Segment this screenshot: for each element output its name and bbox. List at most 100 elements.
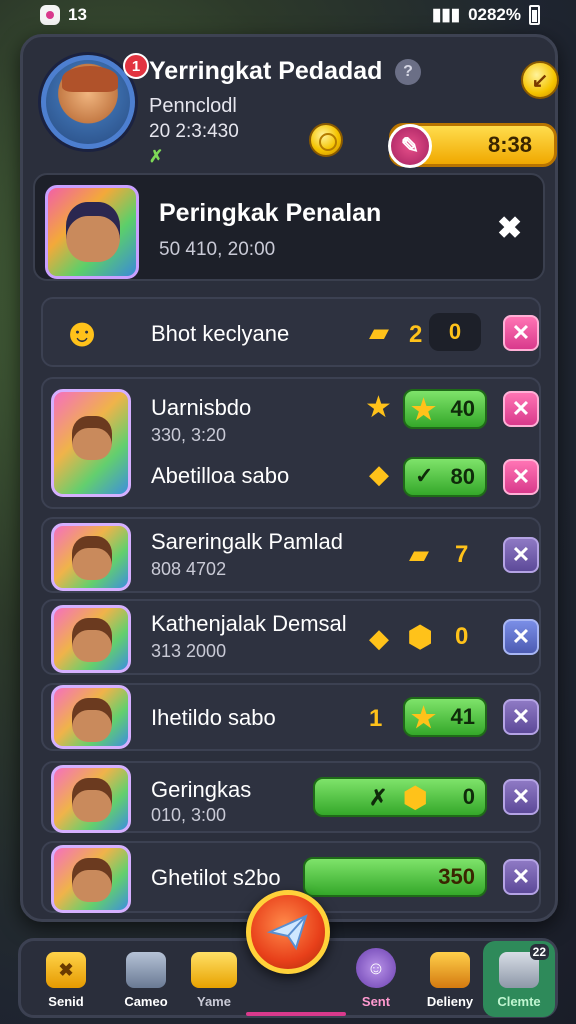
box-icon: [430, 952, 470, 988]
nav-label: Delieny: [426, 994, 474, 1009]
row-value-pill: ★ 40: [403, 389, 487, 429]
list-item[interactable]: Sareringalk Pamlad 808 4702 ▰ 7 ✕: [41, 517, 541, 593]
row-value: 40: [450, 396, 475, 421]
remove-button[interactable]: ✕: [503, 459, 539, 495]
nav-badge: 22: [529, 944, 549, 960]
row-name: Geringkas: [151, 777, 252, 802]
row-value: 350: [438, 864, 475, 889]
panel-header: 1 Yerringkat Pedadad ? Pennclodl 20 2:3:…: [37, 47, 559, 168]
nav-label: Senid: [48, 994, 84, 1009]
currency-pill[interactable]: ✎ 8:38: [388, 123, 557, 168]
list-item[interactable]: Ihetildo sabo 1 ★ 41 ✕: [41, 683, 541, 751]
remove-button[interactable]: ✕: [503, 315, 539, 351]
shield-icon: ✖: [46, 952, 86, 988]
status-left-text: 13: [68, 5, 87, 24]
signal-icon: ▮▮▮: [431, 5, 461, 24]
row-time: 330, 3:20: [151, 425, 227, 445]
row-number: 2: [409, 321, 423, 348]
row-name: Sareringalk Pamlad: [151, 529, 343, 554]
battery-icon: [529, 5, 540, 25]
notification-badge: 1: [123, 53, 149, 79]
gem-icon: ◆: [369, 459, 389, 489]
nav-item-senid[interactable]: ✖ Senid: [21, 941, 111, 1017]
row-value-pill: ✗ ⬢ 0: [313, 777, 487, 817]
row-value: 80: [450, 464, 475, 489]
page-title: Yerringkat Pedadad: [149, 57, 383, 85]
row-name: Bhot keclyane: [151, 321, 290, 346]
row-number: 1: [369, 705, 383, 732]
row-name: Ihetildo sabo: [151, 705, 276, 730]
send-fab-button[interactable]: [246, 890, 330, 974]
home-indicator: [246, 1012, 346, 1016]
featured-time: 50 410, 20:00: [159, 239, 276, 260]
chest-icon: ▰: [369, 317, 389, 347]
chest-icon: ▰: [409, 539, 429, 569]
row-value: 41: [450, 704, 475, 729]
row-name: Uarnisbdo: [151, 395, 252, 420]
leaderboard-panel: 1 Yerringkat Pedadad ? Pennclodl 20 2:3:…: [20, 34, 559, 922]
chat-icon: ☺: [356, 948, 396, 988]
featured-card[interactable]: Peringkak Penalan 50 410, 20:00 ✖: [33, 173, 545, 281]
row-value-pill: ✓ 80: [403, 457, 487, 497]
feather-icon: ✎: [388, 124, 432, 168]
list-item[interactable]: Uarnisbdo 330, 3:20 ★ ★ 40 ✕ Abetilloa s…: [41, 377, 541, 509]
row-value-pill: 0: [429, 313, 481, 351]
app-notification-icon: [40, 5, 60, 25]
status-check-icon: ✗: [149, 147, 164, 166]
row-avatar: [51, 523, 131, 591]
status-right: ▮▮▮ 0282%: [432, 5, 540, 25]
list-item[interactable]: ☻ Bhot keclyane ▰ 2 0 ✕: [41, 297, 541, 367]
currency-value: 8:38: [487, 132, 532, 157]
row-value-pill: ★ 41: [403, 697, 487, 737]
nav-item-clemte[interactable]: 22 Clemte: [483, 941, 555, 1017]
status-right-text: 0282%: [468, 5, 521, 24]
nav-label: Cameo: [124, 994, 168, 1009]
row-value: 7: [455, 541, 469, 568]
coin-stack-icon: ⬢: [407, 621, 434, 654]
row-time: 313 2000: [151, 641, 227, 661]
remove-button[interactable]: ✕: [503, 391, 539, 427]
gift-icon: [126, 952, 166, 988]
status-left: 13: [40, 5, 87, 25]
player-avatar[interactable]: [41, 55, 135, 149]
remove-button[interactable]: ✕: [503, 699, 539, 735]
row-value: 0: [455, 623, 469, 650]
nav-label: Sent: [361, 994, 391, 1009]
help-icon[interactable]: ?: [395, 59, 421, 85]
gem-icon: ◆: [369, 623, 389, 653]
featured-avatar: [45, 185, 139, 279]
nav-label: Yame: [197, 994, 231, 1009]
row-time: 010, 3:00: [151, 805, 227, 825]
row-avatar: [51, 389, 131, 497]
row-name: Abetilloa sabo: [151, 463, 290, 488]
list-item[interactable]: Geringkas 010, 3:00 ✗ ⬢ 0 ✕: [41, 761, 541, 833]
row-name: Kathenjalak Demsal: [151, 611, 347, 636]
row-value: 0: [462, 784, 475, 809]
featured-title: Peringkak Penalan: [159, 199, 382, 227]
gold-mask-icon: ☻: [61, 311, 104, 355]
row-value-pill: 350: [303, 857, 487, 897]
row-avatar: [51, 605, 131, 673]
corner-action-button[interactable]: ↙: [521, 61, 559, 99]
nav-label: Clemte: [497, 994, 541, 1009]
remove-button[interactable]: ✕: [503, 859, 539, 895]
page-subtitle: Pennclodl: [149, 95, 237, 117]
row-time: 808 4702: [151, 559, 227, 579]
row-avatar: [51, 845, 131, 913]
coin-icon[interactable]: [309, 123, 343, 157]
row-avatar: [51, 685, 131, 749]
row-avatar: [51, 765, 131, 833]
nav-item-yame[interactable]: Yame: [169, 941, 259, 1017]
close-icon[interactable]: ✖: [497, 211, 522, 246]
star-icon: ★: [365, 391, 392, 424]
chest-icon: [191, 952, 237, 988]
nav-item-delieny[interactable]: Delieny: [405, 941, 495, 1017]
row-name: Ghetilot s2bo: [151, 865, 281, 890]
header-time: 20 2:3:430: [149, 121, 239, 142]
remove-button[interactable]: ✕: [503, 619, 539, 655]
list-item[interactable]: Kathenjalak Demsal 313 2000 ◆ ⬢ 0 ✕: [41, 599, 541, 675]
paper-plane-icon: [266, 914, 308, 951]
status-bar: 13 ▮▮▮ 0282%: [0, 0, 576, 30]
remove-button[interactable]: ✕: [503, 537, 539, 573]
remove-button[interactable]: ✕: [503, 779, 539, 815]
